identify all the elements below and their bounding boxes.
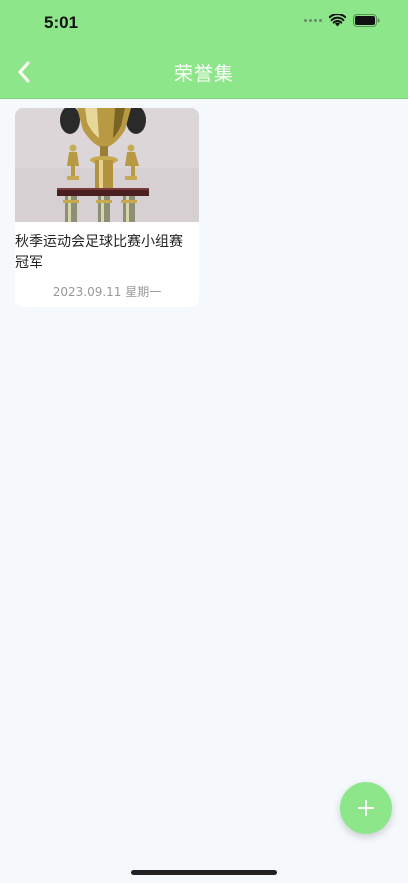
status-icons <box>304 14 380 27</box>
wifi-icon <box>329 14 346 27</box>
trophy-photo <box>15 108 199 222</box>
plus-icon <box>358 800 374 816</box>
honor-card[interactable]: 秋季运动会足球比赛小组赛冠军 2023.09.11 星期一 <box>15 108 199 307</box>
battery-icon <box>353 14 380 27</box>
signal-icon <box>304 19 322 22</box>
app-header: 5:01 荣誉集 <box>0 0 408 99</box>
status-time: 5:01 <box>44 13 79 32</box>
page-title: 荣誉集 <box>173 63 234 85</box>
add-button[interactable] <box>340 782 392 834</box>
card-title: 秋季运动会足球比赛小组赛冠军 <box>15 234 183 271</box>
home-indicator <box>131 870 277 875</box>
card-date: 2023.09.11 星期一 <box>52 285 162 299</box>
